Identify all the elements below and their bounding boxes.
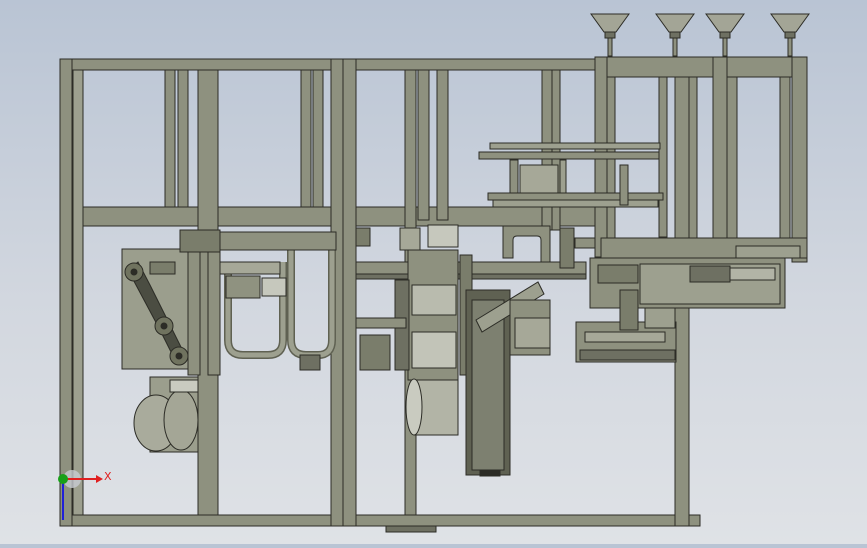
tray-shelves	[478, 142, 664, 208]
y-axis-arrow-end	[58, 474, 68, 484]
funnel-3	[705, 13, 745, 57]
funnel-2	[655, 13, 695, 57]
x-axis-arrowhead	[96, 475, 103, 483]
machine-model-view[interactable]: X	[0, 0, 867, 544]
funnel-4	[770, 13, 810, 57]
funnel-1	[590, 13, 630, 57]
x-axis-label: X	[104, 470, 112, 483]
central-roller-column	[355, 224, 587, 477]
funnel-group	[590, 13, 810, 57]
cad-graphics-viewport[interactable]: X	[0, 0, 867, 544]
base-foot	[385, 525, 437, 533]
